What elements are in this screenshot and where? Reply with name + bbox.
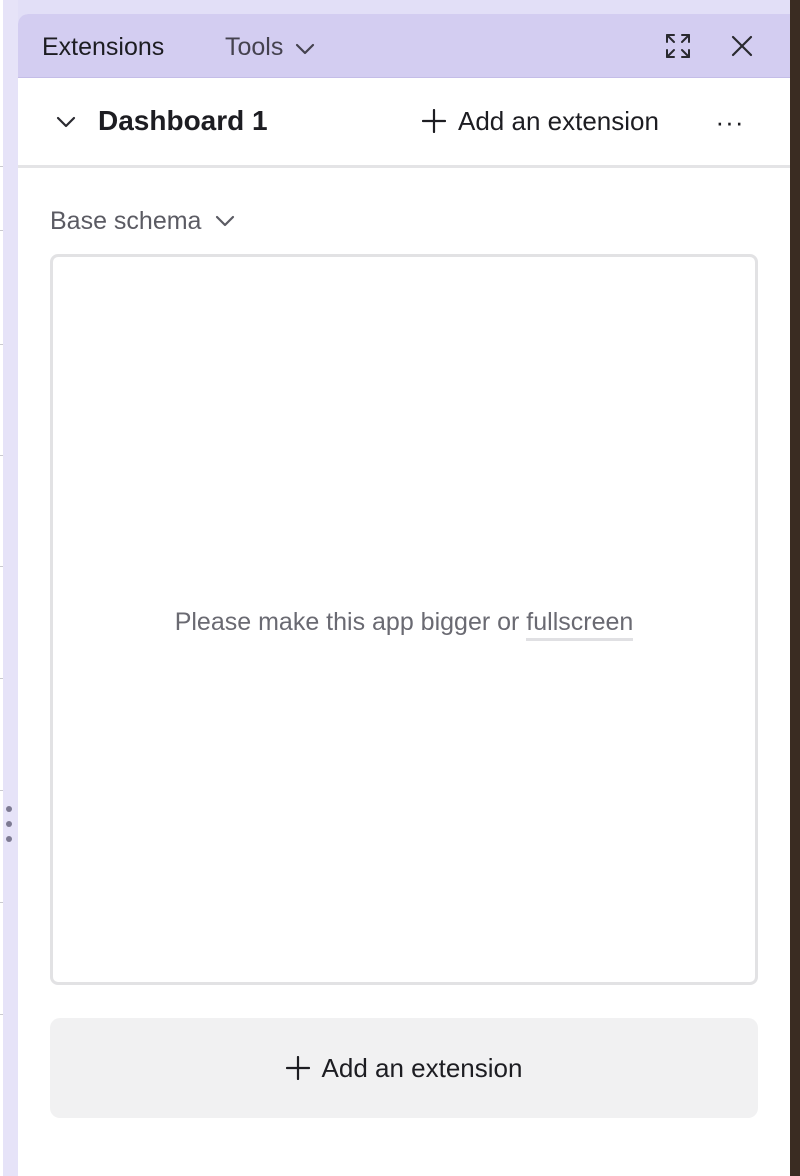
add-extension-footer-button[interactable]: Add an extension: [50, 1018, 758, 1118]
close-icon: [730, 34, 754, 58]
background-row-divider: [0, 344, 3, 345]
page: Extensions Tools Dashboard 1 Add an exte…: [0, 0, 800, 1176]
tab-extensions[interactable]: Extensions: [42, 32, 164, 62]
add-extension-button[interactable]: Add an extension: [422, 104, 659, 138]
expand-icon: [665, 33, 691, 59]
extension-app-frame: Please make this app bigger or fullscree…: [50, 254, 758, 985]
expand-button[interactable]: [662, 30, 694, 62]
dashboard-header: Dashboard 1 Add an extension ···: [18, 78, 790, 168]
background-app-strip: [0, 0, 18, 1176]
resize-message-text: Please make this app bigger or: [174, 608, 527, 636]
fullscreen-link[interactable]: fullscreen: [526, 608, 634, 641]
add-extension-footer-label: Add an extension: [321, 1052, 523, 1083]
resize-dot: [6, 821, 12, 827]
tab-tools-label: Tools: [225, 33, 284, 61]
background-row-divider: [0, 230, 3, 231]
more-options-button[interactable]: ···: [714, 106, 746, 138]
tab-tools[interactable]: Tools: [225, 32, 315, 62]
panel-resize-handle[interactable]: [6, 806, 12, 842]
background-row-divider: [0, 455, 3, 456]
resize-dot: [6, 836, 12, 842]
close-button[interactable]: [726, 30, 758, 62]
extensions-panel: Extensions Tools Dashboard 1 Add an exte…: [18, 14, 790, 1176]
more-icon: ···: [715, 106, 745, 137]
background-row-divider: [0, 678, 3, 679]
chevron-down-icon: [295, 32, 315, 62]
extension-title: Base schema: [50, 206, 202, 235]
chevron-down-icon: [56, 116, 76, 128]
background-row-divider: [0, 166, 3, 167]
dashboard-collapse-toggle[interactable]: [52, 108, 80, 136]
panel-tab-bar: Extensions Tools: [18, 14, 790, 78]
background-row-divider: [0, 566, 3, 567]
dashboard-title[interactable]: Dashboard 1: [98, 104, 268, 138]
plus-icon: [285, 1056, 310, 1080]
background-row-divider: [0, 790, 3, 791]
extension-title-dropdown[interactable]: Base schema: [50, 204, 235, 238]
background-app-edge: [0, 0, 3, 1176]
plus-icon: [422, 109, 446, 133]
resize-message: Please make this app bigger or fullscree…: [53, 607, 755, 641]
background-row-divider: [0, 902, 3, 903]
resize-dot: [6, 806, 12, 812]
background-row-divider: [0, 1014, 3, 1015]
add-extension-label: Add an extension: [458, 105, 659, 136]
chevron-down-icon: [215, 215, 235, 227]
desktop-edge: [790, 0, 800, 1176]
